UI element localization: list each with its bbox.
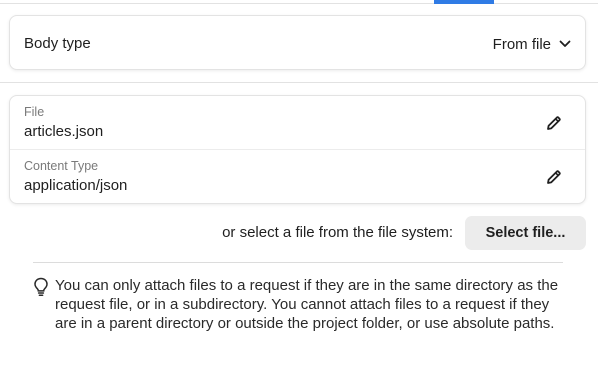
request-body-panel: Body type From file File articles.json C… — [0, 0, 598, 375]
file-system-prompt: or select a file from the file system: — [222, 224, 453, 241]
content-type-label: Content Type — [24, 159, 99, 173]
lightbulb-icon — [33, 277, 49, 297]
section-divider — [0, 82, 598, 83]
body-type-dropdown[interactable]: From file — [493, 33, 571, 55]
chevron-down-icon — [559, 40, 571, 48]
file-row: File articles.json — [10, 96, 585, 150]
pencil-icon — [547, 170, 561, 184]
edit-file-button[interactable] — [543, 112, 565, 134]
content-type-row: Content Type application/json — [10, 150, 585, 204]
pencil-icon — [547, 116, 561, 130]
file-label: File — [24, 105, 45, 119]
file-details-card: File articles.json Content Type applicat… — [9, 95, 586, 204]
body-type-card: Body type From file — [9, 15, 586, 70]
body-type-value: From file — [492, 35, 551, 53]
select-file-button[interactable]: Select file... — [465, 216, 586, 250]
body-type-label: Body type — [24, 35, 91, 52]
info-divider — [33, 262, 563, 263]
file-value: articles.json — [24, 123, 104, 140]
content-type-value: application/json — [24, 177, 128, 194]
attachment-info-text: You can only attach files to a request i… — [55, 277, 559, 332]
edit-content-type-button[interactable] — [543, 166, 565, 188]
tab-strip-border — [0, 3, 598, 4]
active-tab-indicator — [434, 0, 494, 4]
